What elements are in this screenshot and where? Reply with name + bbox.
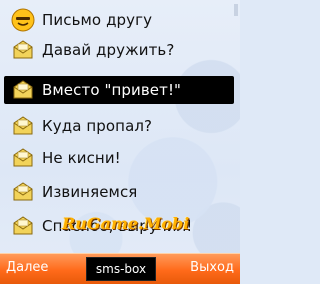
- smiley-icon: [10, 7, 36, 33]
- sms-box-button[interactable]: sms-box: [86, 257, 156, 281]
- menu-item-label: Не кисни!: [42, 149, 121, 167]
- menu-item-izvinyaemsya[interactable]: Извиняемся: [4, 178, 234, 206]
- envelope-icon: [10, 77, 36, 103]
- scrollbar[interactable]: [234, 4, 238, 16]
- menu-item-davai-druzhit[interactable]: Давай дружить?: [4, 36, 234, 64]
- softkey-bar: Далее sms-box Выход: [0, 253, 240, 284]
- menu-item-ne-kisni[interactable]: Не кисни!: [4, 144, 234, 172]
- menu-item-label: Извиняемся: [42, 183, 138, 201]
- phone-screen: Письмо другу Давай дружить? Вместо "прив…: [0, 0, 240, 284]
- menu-item-pismo-drugu[interactable]: Письмо другу: [4, 6, 234, 34]
- menu-item-label: Куда пропал?: [42, 117, 153, 135]
- watermark-logo: RuGame.Mobi: [62, 214, 190, 233]
- exit-softkey[interactable]: Выход: [190, 260, 234, 275]
- menu-item-label: Давай дружить?: [42, 41, 175, 59]
- menu-item-label: Письмо другу: [42, 11, 153, 29]
- envelope-icon: [10, 179, 36, 205]
- menu-item-vmesto-privet[interactable]: Вместо "привет!": [4, 76, 234, 104]
- envelope-icon: [10, 213, 36, 239]
- menu-item-label: Вместо "привет!": [42, 81, 182, 99]
- envelope-icon: [10, 37, 36, 63]
- next-softkey[interactable]: Далее: [6, 260, 48, 275]
- envelope-icon: [10, 145, 36, 171]
- menu-item-kuda-propal[interactable]: Куда пропал?: [4, 112, 234, 140]
- envelope-icon: [10, 113, 36, 139]
